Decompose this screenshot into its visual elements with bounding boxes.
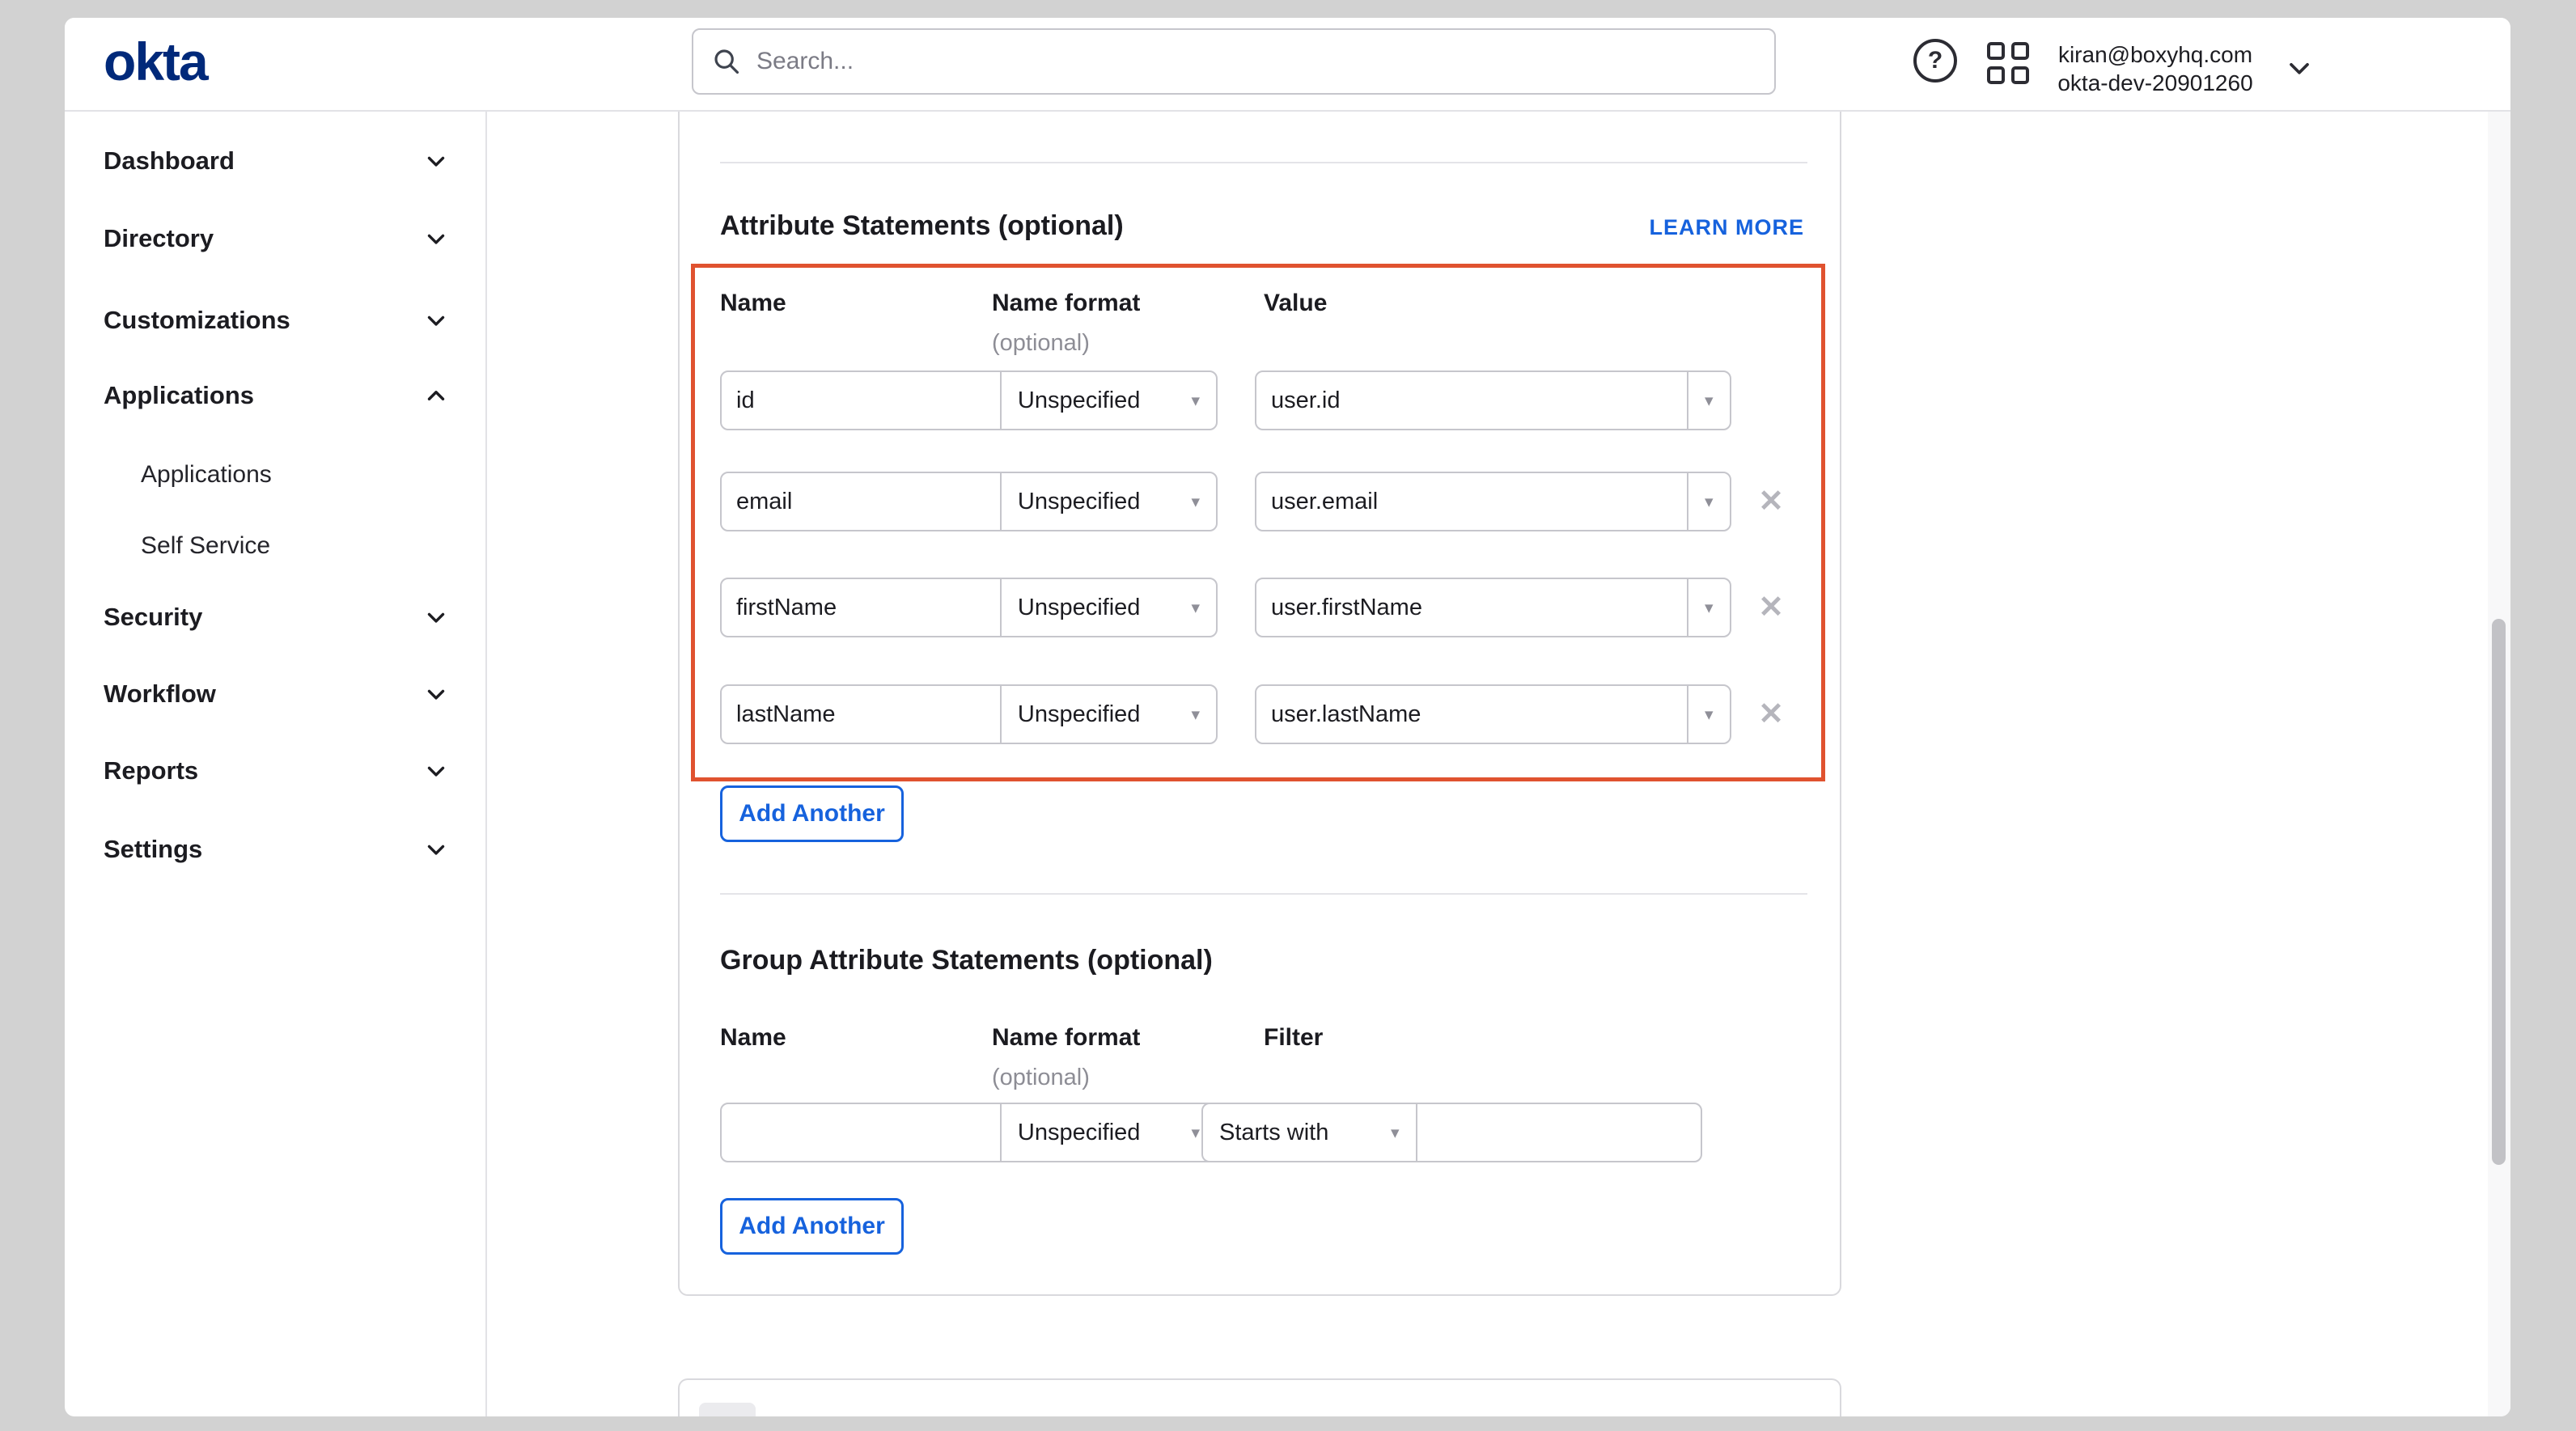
column-header-filter: Filter: [1264, 1024, 1323, 1052]
attribute-name-input[interactable]: [722, 579, 1000, 636]
attribute-value-input[interactable]: [1256, 372, 1687, 429]
section-divider: [720, 893, 1807, 895]
chevron-down-icon: [422, 603, 450, 631]
help-icon[interactable]: ?: [1913, 39, 1957, 83]
sidebar-item-applications[interactable]: Applications: [104, 378, 450, 413]
caret-down-icon: ▾: [1705, 706, 1714, 723]
column-header-optional-note: (optional): [992, 330, 1090, 357]
sidebar-divider: [485, 112, 487, 1416]
attribute-value-input[interactable]: [1256, 579, 1687, 636]
close-icon: ✕: [1758, 591, 1784, 624]
value-dropdown-button[interactable]: ▾: [1687, 473, 1730, 530]
caret-down-icon: ▾: [1705, 392, 1714, 409]
attribute-name-input[interactable]: [722, 372, 1000, 429]
learn-more-link[interactable]: LEARN MORE: [1650, 215, 1805, 240]
remove-row-button[interactable]: ✕: [1753, 484, 1789, 519]
scrollbar-thumb[interactable]: [2492, 619, 2506, 1165]
column-header-optional-note: (optional): [992, 1065, 1090, 1091]
name-format-select[interactable]: Unspecified ▾: [1000, 579, 1216, 636]
column-header-name-format: Name format: [992, 1024, 1140, 1052]
column-header-name: Name: [720, 1024, 786, 1052]
chevron-down-icon: [422, 225, 450, 252]
caret-down-icon: ▾: [1191, 493, 1200, 510]
chevron-up-icon: [422, 382, 450, 409]
caret-down-icon: ▾: [1191, 1124, 1200, 1141]
sidebar-item-reports[interactable]: Reports: [104, 753, 450, 789]
user-email: kiran@boxyhq.com: [2047, 40, 2264, 69]
caret-down-icon: ▾: [1391, 1124, 1400, 1141]
user-org: okta-dev-20901260: [2047, 69, 2264, 97]
sidebar-item-security[interactable]: Security: [104, 599, 450, 635]
chevron-down-icon[interactable]: [2283, 52, 2315, 84]
caret-down-icon: ▾: [1705, 599, 1714, 616]
attribute-name-input[interactable]: [722, 686, 1000, 743]
search-icon: [711, 46, 742, 77]
chevron-down-icon: [422, 147, 450, 175]
attribute-value-input[interactable]: [1256, 473, 1687, 530]
sidebar-item-customizations[interactable]: Customizations: [104, 303, 450, 338]
global-search: [692, 28, 1776, 95]
attribute-value-input[interactable]: [1256, 686, 1687, 743]
chevron-down-icon: [422, 680, 450, 708]
group-attribute-statements-title: Group Attribute Statements (optional): [720, 945, 1213, 976]
group-name-input[interactable]: [722, 1104, 1000, 1161]
caret-down-icon: ▾: [1191, 599, 1200, 616]
filter-operator-select[interactable]: Starts with ▾: [1203, 1104, 1416, 1161]
sidebar-item-directory[interactable]: Directory: [104, 221, 450, 256]
close-icon: ✕: [1758, 485, 1784, 519]
apps-grid-icon[interactable]: [1987, 42, 2029, 84]
value-dropdown-button[interactable]: ▾: [1687, 686, 1730, 743]
sidebar-item-dashboard[interactable]: Dashboard: [104, 143, 450, 179]
next-section-card: [678, 1378, 1841, 1416]
name-format-select[interactable]: Unspecified ▾: [1000, 686, 1216, 743]
chevron-down-icon: [422, 757, 450, 785]
attribute-statements-title: Attribute Statements (optional): [720, 210, 1124, 242]
attribute-name-input[interactable]: [722, 473, 1000, 530]
remove-row-button[interactable]: ✕: [1753, 696, 1789, 732]
close-icon: ✕: [1758, 697, 1784, 731]
caret-down-icon: ▾: [1705, 493, 1714, 510]
name-format-select[interactable]: Unspecified ▾: [1000, 372, 1216, 429]
column-header-name-format: Name format: [992, 290, 1140, 317]
sidebar-item-settings[interactable]: Settings: [104, 832, 450, 867]
remove-row-button[interactable]: ✕: [1753, 590, 1789, 625]
top-bar: okta ? kiran@boxyhq.com okta-d: [65, 18, 2510, 110]
filter-value-input[interactable]: [1416, 1104, 1701, 1161]
search-input[interactable]: [755, 47, 1756, 76]
add-another-attribute-button[interactable]: Add Another: [720, 785, 904, 842]
chevron-down-icon: [422, 307, 450, 334]
chevron-down-icon: [422, 836, 450, 863]
name-format-select[interactable]: Unspecified ▾: [1000, 1104, 1216, 1161]
sidebar-item-applications-sub[interactable]: Applications: [141, 458, 448, 492]
sidebar-item-self-service[interactable]: Self Service: [141, 529, 448, 563]
section-divider: [720, 162, 1807, 163]
value-dropdown-button[interactable]: ▾: [1687, 372, 1730, 429]
sidebar-item-workflow[interactable]: Workflow: [104, 676, 450, 712]
value-dropdown-button[interactable]: ▾: [1687, 579, 1730, 636]
name-format-select[interactable]: Unspecified ▾: [1000, 473, 1216, 530]
caret-down-icon: ▾: [1191, 392, 1200, 409]
add-another-group-attribute-button[interactable]: Add Another: [720, 1198, 904, 1255]
caret-down-icon: ▾: [1191, 706, 1200, 723]
user-menu[interactable]: kiran@boxyhq.com okta-dev-20901260: [2047, 40, 2264, 97]
column-header-value: Value: [1264, 290, 1327, 317]
saml-settings-card: Attribute Statements (optional) LEARN MO…: [678, 112, 1841, 1296]
okta-logo: okta: [104, 31, 207, 92]
placeholder-block: [699, 1403, 756, 1416]
column-header-name: Name: [720, 290, 786, 317]
screen: okta ? kiran@boxyhq.com okta-d: [0, 0, 2576, 1431]
browser-viewport: okta ? kiran@boxyhq.com okta-d: [65, 18, 2510, 1416]
